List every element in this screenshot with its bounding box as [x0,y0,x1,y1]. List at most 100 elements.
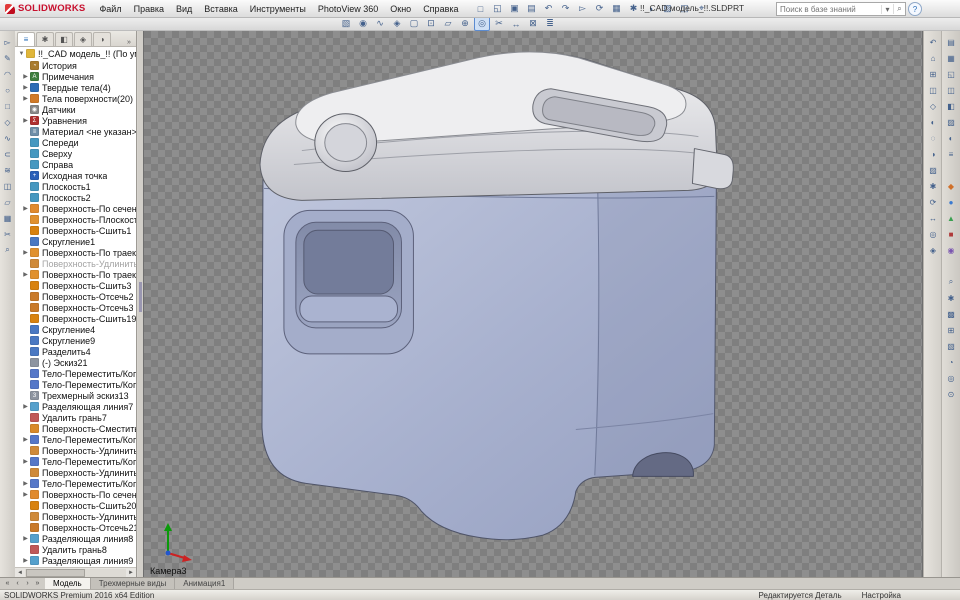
tree-item[interactable]: ▶ Σ Уравнения [15,115,136,126]
edit-appearance-icon[interactable]: ◑ [926,147,940,161]
tree-item[interactable]: Поверхность-Удлинить20 [15,467,136,478]
tree-item[interactable]: Поверхность-Удлинить18 [15,258,136,269]
view-orientation-icon[interactable]: ◇ [926,99,940,113]
selection-icon[interactable]: ▻ [575,1,591,16]
scroll-track[interactable] [25,569,126,577]
convert-entities-icon[interactable]: ⊂ [1,147,15,161]
doc-tab-2[interactable]: Анимация1 [175,578,235,589]
options-icon[interactable]: ✱ [944,291,958,305]
splitter-handle[interactable] [139,282,142,313]
tree-item[interactable]: ▶ A Примечания [15,71,136,82]
redo-icon[interactable]: ↷ [558,1,574,16]
rectangle-icon[interactable]: □ [1,99,15,113]
tree-item[interactable]: ▶ Тела поверхности(20) [15,93,136,104]
root-expander-icon[interactable]: ▼ [17,51,26,57]
tree-item[interactable]: ▶ Тело-Переместить/Копироват [15,456,136,467]
zoom-icon[interactable]: ⌕ [1,243,15,257]
tree-item[interactable]: Сверху [15,148,136,159]
scroll-last-icon[interactable]: » [33,580,42,587]
pattern-icon[interactable]: ▦ [1,211,15,225]
extruded-surface-icon[interactable]: ▧ [338,16,354,31]
hide-show-items-icon[interactable]: ◌ [926,131,940,145]
tree-item[interactable]: Поверхность-Отсечь21 [15,522,136,533]
filled-surface-icon[interactable]: ⊡ [423,16,439,31]
offset-surface-icon[interactable]: ⊕ [457,16,473,31]
menu-item-3[interactable]: Вставка [198,4,243,14]
dimxpertmanager-tab[interactable]: ◈ [74,32,92,46]
layers-icon[interactable]: ▩ [944,307,958,321]
tree-item[interactable]: Поверхность-Сшить3 [15,280,136,291]
tree-item[interactable]: Скругление1 [15,236,136,247]
scroll-next-icon[interactable]: › [23,580,32,587]
expander-icon[interactable]: ▶ [21,491,30,498]
propertymanager-tab[interactable]: ✱ [36,32,54,46]
menu-item-1[interactable]: Правка [128,4,170,14]
zoom-area-icon[interactable]: ⊞ [926,67,940,81]
polygon-icon[interactable]: ◇ [1,115,15,129]
tree-item[interactable]: Плоскость2 [15,192,136,203]
planar-surface-icon[interactable]: ▱ [440,16,456,31]
sketch-icon[interactable]: ✎ [1,51,15,65]
resources-icon[interactable]: ▤ [944,35,958,49]
expander-icon[interactable]: ▶ [21,95,30,102]
arc-icon[interactable]: ◠ [1,67,15,81]
custom-properties-icon[interactable]: ≡ [944,147,958,161]
grid-icon[interactable]: ⊞ [944,323,958,337]
tree-item[interactable]: Поверхность-Отсечь3 [15,302,136,313]
mirror-icon[interactable]: ◫ [1,179,15,193]
expander-icon[interactable]: ▶ [21,535,30,542]
file-properties-icon[interactable]: ▦ [609,1,625,16]
pan-icon[interactable]: ↔ [926,211,940,225]
scenes-icon[interactable]: ▨ [944,115,958,129]
tree-item[interactable]: Поверхность-Сшить19 [15,313,136,324]
view-settings-icon[interactable]: ✱ [926,179,940,193]
expander-icon[interactable]: ▶ [21,458,30,465]
tree-item[interactable]: ▶ Поверхность-По траектории1 [15,247,136,258]
tree-item[interactable]: (-) Эскиз21 [15,357,136,368]
measure-icon[interactable]: ■ [944,227,958,241]
appearance-target-icon[interactable]: ◆ [944,179,958,193]
configurationmanager-tab[interactable]: ◧ [55,32,73,46]
undo-icon[interactable]: ↶ [541,1,557,16]
file-explorer-icon[interactable]: ◱ [944,67,958,81]
thicken-icon[interactable]: ≣ [542,16,558,31]
swept-surface-icon[interactable]: ∿ [372,16,388,31]
graphics-viewport[interactable]: Камера3 [143,30,923,578]
scroll-thumb[interactable] [26,569,85,577]
material-icon[interactable]: ● [944,195,958,209]
tree-item[interactable]: Скругление4 [15,324,136,335]
tree-item[interactable]: ▶ Разделяющая линия8 [15,533,136,544]
tree-item[interactable]: Поверхность-Сместить17 [15,423,136,434]
scroll-prev-icon[interactable]: ‹ [13,580,22,587]
tree-item[interactable]: ≡ Материал <не указан> [15,126,136,137]
circle-icon[interactable]: ○ [1,83,15,97]
doc-tab-0[interactable]: Модель [45,578,91,589]
expander-icon[interactable]: ▶ [21,84,30,91]
tree-item[interactable]: Поверхность-Плоскость1 [15,214,136,225]
tree-item[interactable]: ◉ Датчики [15,104,136,115]
save-icon[interactable]: ▣ [507,1,523,16]
design-library-icon[interactable]: ▦ [944,51,958,65]
view-palette-icon[interactable]: ◫ [944,83,958,97]
expander-icon[interactable]: ▶ [21,73,30,80]
revolved-surface-icon[interactable]: ◉ [355,16,371,31]
camera-icon[interactable]: ◎ [926,227,940,241]
zoom-to-fit-icon[interactable]: ⌂ [926,51,940,65]
tree-item[interactable]: Плоскость1 [15,181,136,192]
extend-surface-icon[interactable]: ↔ [508,16,524,31]
print-icon[interactable]: ▤ [524,1,540,16]
select-icon[interactable]: ▻ [1,35,15,49]
tree-item[interactable]: ▶ Разделяющая линия7 [15,401,136,412]
menu-item-4[interactable]: Инструменты [244,4,312,14]
section-view-icon[interactable]: ◫ [926,83,940,97]
scroll-right-icon[interactable]: ► [126,570,136,576]
expander-icon[interactable]: ▶ [21,117,30,124]
rotate-view-icon[interactable]: ⟳ [926,195,940,209]
displaymanager-tab[interactable]: ◑ [93,32,111,46]
expander-icon[interactable]: ▶ [21,205,30,212]
appearances-icon[interactable]: ◧ [944,99,958,113]
menu-item-2[interactable]: Вид [170,4,198,14]
trim-icon[interactable]: ✂ [1,227,15,241]
doc-tab-1[interactable]: Трехмерные виды [90,578,176,589]
open-document-icon[interactable]: ◱ [490,1,506,16]
